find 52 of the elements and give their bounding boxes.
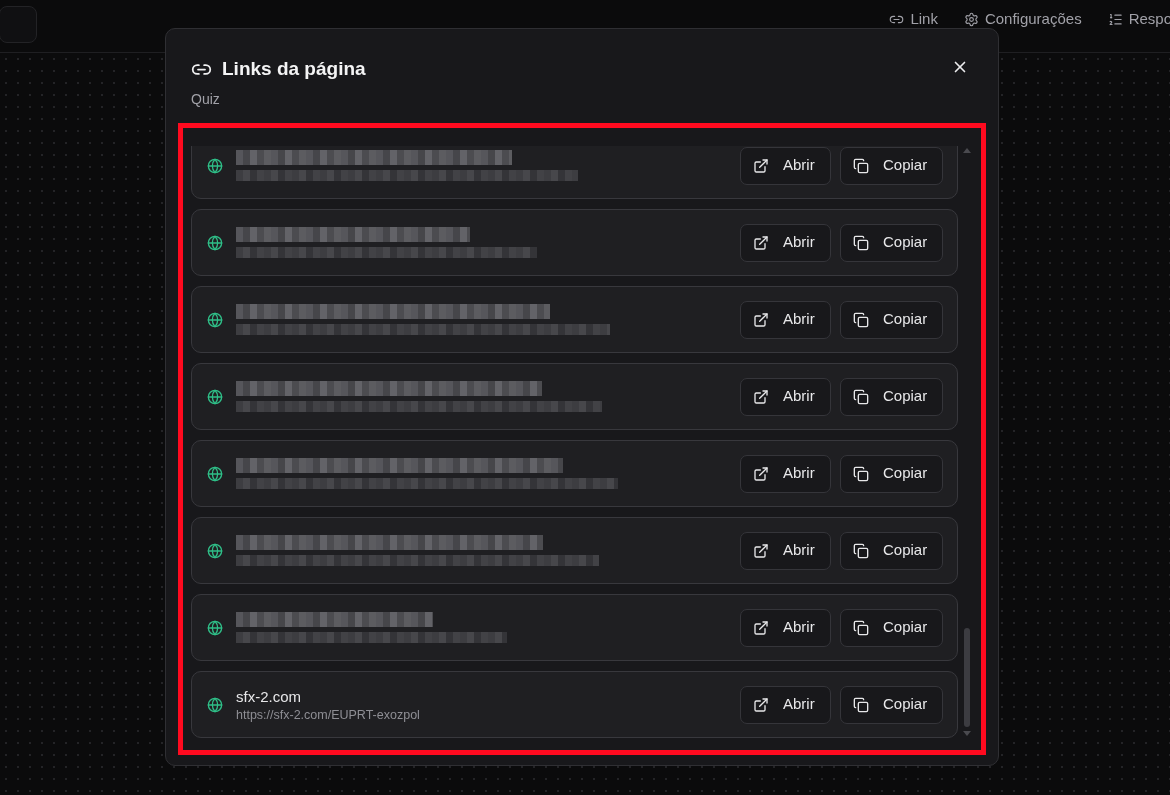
scrollbar-thumb[interactable] [964, 628, 970, 727]
copy-button[interactable]: Copiar [840, 608, 943, 647]
header-button[interactable] [0, 6, 37, 43]
open-button[interactable]: Abrir [740, 300, 831, 339]
external-link-icon [753, 311, 769, 328]
copy-icon [853, 696, 869, 713]
open-button[interactable]: Abrir [740, 146, 831, 185]
link-title: sfx-2.com [236, 686, 301, 707]
copy-icon [853, 234, 869, 251]
copy-icon [853, 619, 869, 636]
external-link-icon [753, 696, 769, 713]
copy-button[interactable]: Copiar [840, 377, 943, 416]
copy-button[interactable]: Copiar [840, 146, 943, 185]
gear-icon [963, 11, 979, 27]
globe-icon [207, 619, 223, 636]
copy-icon [853, 465, 869, 482]
copy-button[interactable]: Copiar [840, 685, 943, 724]
open-button[interactable]: Abrir [740, 685, 831, 724]
link-url: https://sfx-2.com/EUPRT-exozpol [236, 706, 420, 723]
scroll-up-icon[interactable] [963, 148, 971, 153]
open-button[interactable]: Abrir [740, 454, 831, 493]
copy-button[interactable]: Copiar [840, 223, 943, 262]
nav-link[interactable]: Configurações [963, 11, 1082, 27]
copy-button[interactable]: Copiar [840, 454, 943, 493]
scroll-down-icon[interactable] [963, 731, 971, 736]
copy-icon [853, 542, 869, 559]
globe-icon [207, 542, 223, 559]
open-button[interactable]: Abrir [740, 531, 831, 570]
external-link-icon [753, 234, 769, 251]
globe-icon [207, 311, 223, 328]
external-link-icon [753, 465, 769, 482]
external-link-icon [753, 542, 769, 559]
copy-icon [853, 311, 869, 328]
globe-icon [207, 157, 223, 174]
globe-icon [207, 234, 223, 251]
open-button[interactable]: Abrir [740, 608, 831, 647]
open-button[interactable]: Abrir [740, 377, 831, 416]
external-link-icon [753, 388, 769, 405]
copy-icon [853, 388, 869, 405]
external-link-icon [753, 619, 769, 636]
dialog-title: Links da página [222, 57, 366, 81]
copy-button[interactable]: Copiar [840, 300, 943, 339]
dialog-subtitle: Quiz [191, 90, 220, 109]
globe-icon [207, 696, 223, 713]
external-link-icon [753, 157, 769, 174]
globe-icon [207, 388, 223, 405]
list-icon [1107, 11, 1123, 27]
open-button[interactable]: Abrir [740, 223, 831, 262]
nav-link[interactable]: Link [889, 11, 938, 27]
copy-icon [853, 157, 869, 174]
globe-icon [207, 465, 223, 482]
copy-button[interactable]: Copiar [840, 531, 943, 570]
